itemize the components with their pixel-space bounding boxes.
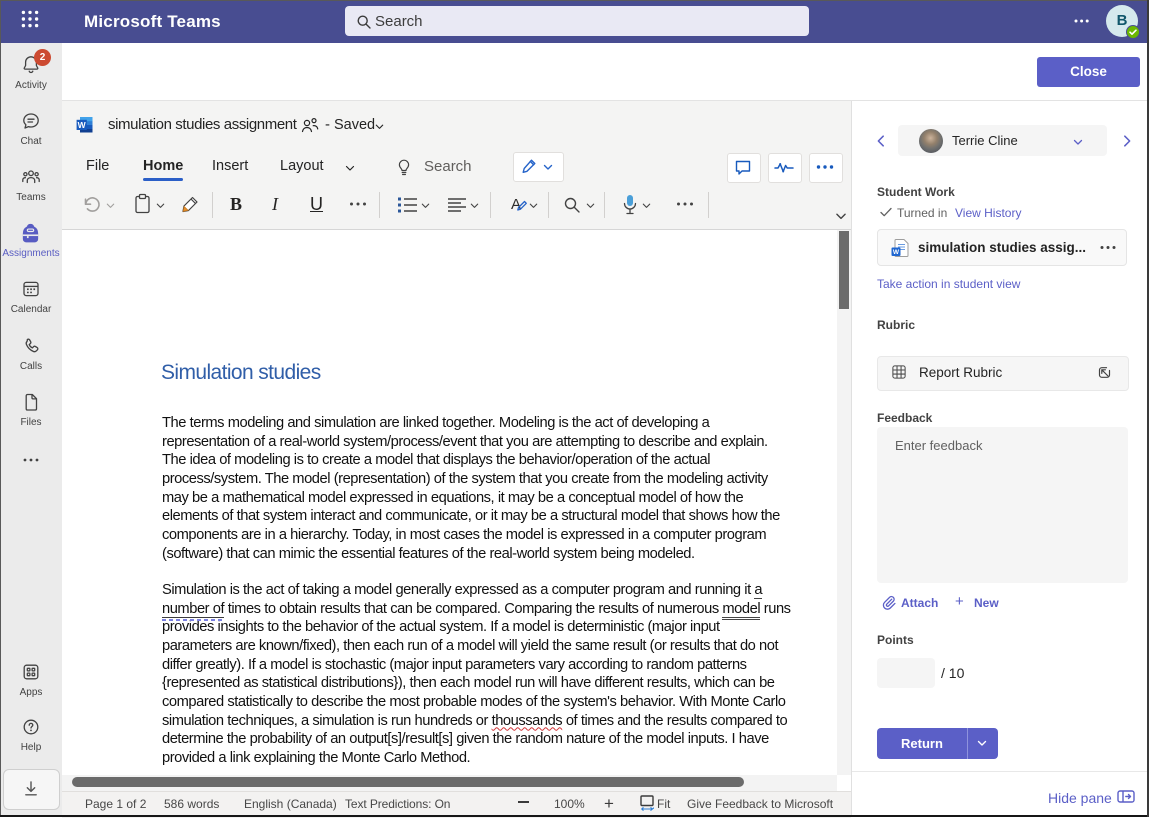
- svg-text:W: W: [78, 120, 87, 130]
- svg-text:W: W: [893, 249, 900, 256]
- svg-text:A: A: [511, 196, 521, 213]
